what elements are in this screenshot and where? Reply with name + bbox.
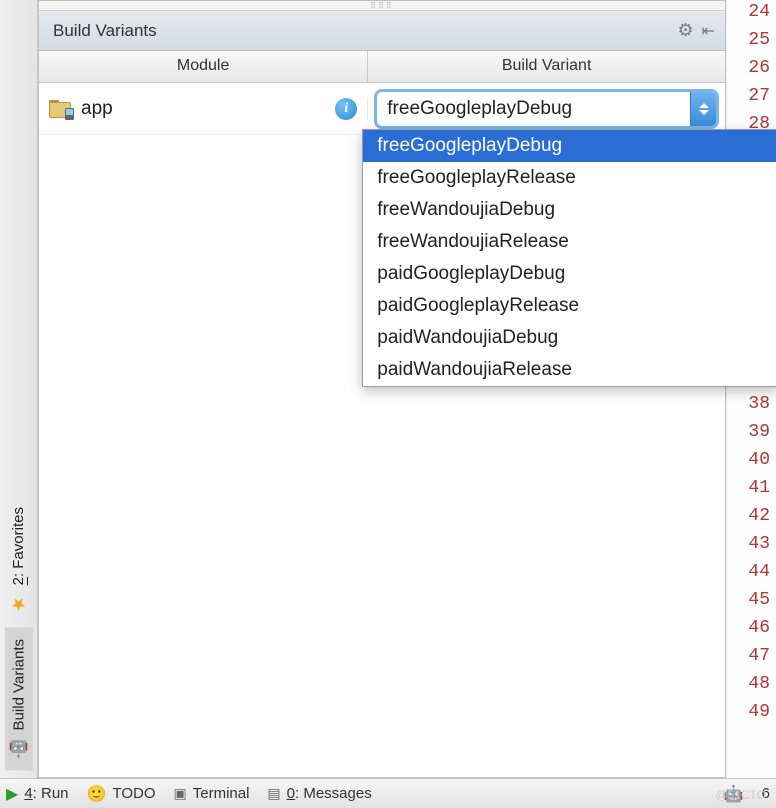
messages-icon: ▤ <box>267 785 280 802</box>
table-header: Module Build Variant <box>39 51 725 83</box>
dropdown-option[interactable]: freeGoogleplayRelease <box>363 162 776 194</box>
gutter-line: 27 <box>727 86 776 114</box>
bottom-tab-terminal[interactable]: ▣ Terminal <box>174 785 250 802</box>
bottom-tab-run[interactable]: ▶ 4: Run <box>6 784 69 804</box>
bottom-tool-bar: ▶ 4: Run 🙂 TODO ▣ Terminal ▤ 0: Messages… <box>0 778 776 808</box>
bottom-tail-num: 6 <box>762 785 770 802</box>
android-icon: 🤖 <box>9 738 29 758</box>
run-icon: ▶ <box>6 784 18 804</box>
gutter-line: 40 <box>727 450 776 478</box>
module-cell: app i <box>39 98 368 120</box>
gutter-line: 42 <box>727 506 776 534</box>
dropdown-option[interactable]: freeWandoujiaRelease <box>363 226 776 258</box>
panel-header: Build Variants ⚙ ⇤ <box>39 11 725 51</box>
todo-icon: 🙂 <box>87 784 107 804</box>
variant-cell: freeGoogleplayDebug freeGoogleplayDebug … <box>368 89 725 129</box>
bottom-tab-todo[interactable]: 🙂 TODO <box>87 784 156 804</box>
bottom-todo-label: TODO <box>112 785 155 802</box>
bottom-terminal-label: Terminal <box>193 785 250 802</box>
bottom-run-label: 4: Run <box>24 785 68 802</box>
dropdown-option[interactable]: freeWandoujiaDebug <box>363 194 776 226</box>
bottom-messages-label: 0: Messages <box>287 785 372 802</box>
variant-combobox[interactable]: freeGoogleplayDebug <box>374 89 719 129</box>
build-variants-panel: ⠿⠿⠿ Build Variants ⚙ ⇤ Module Build Vari… <box>38 0 726 778</box>
panel-drag-handle[interactable]: ⠿⠿⠿ <box>39 1 725 11</box>
table-row: app i freeGoogleplayDebug freeGoogleplay… <box>39 83 725 135</box>
column-header-variant: Build Variant <box>368 51 725 82</box>
module-folder-icon <box>49 100 71 118</box>
rail-tab-build-variants[interactable]: 🤖 Build Variants <box>5 627 33 770</box>
gutter-line: 49 <box>727 702 776 730</box>
rail-build-variants-label: Build Variants <box>10 639 27 730</box>
gutter-line: 48 <box>727 674 776 702</box>
gutter-line: 46 <box>727 618 776 646</box>
panel-tools: ⚙ ⇤ <box>677 20 715 41</box>
info-icon[interactable]: i <box>335 98 357 120</box>
dropdown-option[interactable]: paidWandoujiaRelease <box>363 354 776 386</box>
module-name: app <box>81 98 113 120</box>
dropdown-option[interactable]: paidWandoujiaDebug <box>363 322 776 354</box>
rail-tab-favorites[interactable]: ★ 2: Favorites <box>6 495 31 626</box>
gear-icon[interactable]: ⚙ <box>677 20 693 41</box>
left-tool-rail: ★ 2: Favorites 🤖 Build Variants <box>0 0 38 778</box>
variant-dropdown: freeGoogleplayDebug freeGoogleplayReleas… <box>362 129 776 387</box>
gutter-line: 24 <box>727 2 776 30</box>
gutter-line: 44 <box>727 562 776 590</box>
gutter-line: 43 <box>727 534 776 562</box>
star-icon: ★ <box>10 594 26 615</box>
gutter-line: 26 <box>727 58 776 86</box>
bottom-tab-messages[interactable]: ▤ 0: Messages <box>267 785 371 802</box>
gutter-line: 25 <box>727 30 776 58</box>
gutter-line: 45 <box>727 590 776 618</box>
column-header-module: Module <box>39 51 368 82</box>
terminal-icon: ▣ <box>174 785 187 802</box>
android-icon[interactable]: 🤖 <box>724 784 744 804</box>
dropdown-option[interactable]: freeGoogleplayDebug <box>363 130 776 162</box>
editor-gutter: 24 25 26 27 28 29 30 31 32 33 34 35 36 3… <box>726 0 776 778</box>
dropdown-option[interactable]: paidGoogleplayRelease <box>363 290 776 322</box>
gutter-line: 39 <box>727 422 776 450</box>
dropdown-option[interactable]: paidGoogleplayDebug <box>363 258 776 290</box>
combobox-stepper-icon[interactable] <box>690 92 716 126</box>
gutter-line: 41 <box>727 478 776 506</box>
gutter-line: 38 <box>727 394 776 422</box>
panel-title: Build Variants <box>53 21 157 41</box>
rail-favorites-label: 2: Favorites <box>10 507 27 585</box>
hide-panel-icon[interactable]: ⇤ <box>702 21 715 41</box>
gutter-line: 47 <box>727 646 776 674</box>
variant-selected-value: freeGoogleplayDebug <box>387 98 690 120</box>
